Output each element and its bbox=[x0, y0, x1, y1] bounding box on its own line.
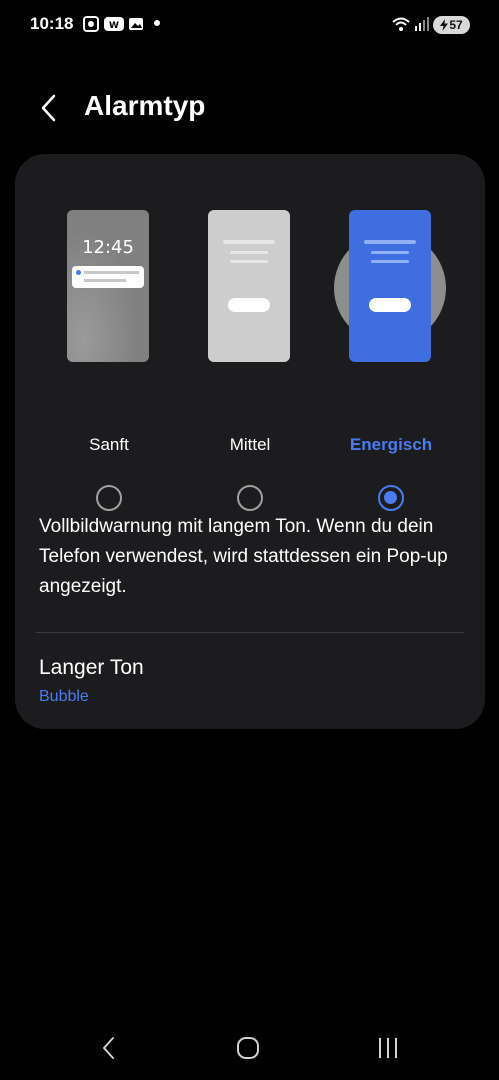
long-tone-title: Langer Ton bbox=[39, 656, 144, 679]
divider bbox=[36, 632, 464, 633]
svg-text:W: W bbox=[109, 21, 119, 31]
option-mittel[interactable]: Mittel bbox=[208, 210, 292, 511]
preview-sanft: 12:45 bbox=[67, 210, 149, 362]
recents-nav-icon bbox=[379, 1038, 397, 1058]
page-title: Alarmtyp bbox=[84, 90, 206, 121]
battery-indicator: 57 bbox=[433, 16, 470, 34]
battery-level: 57 bbox=[449, 18, 463, 32]
webtoon-icon: W bbox=[104, 16, 124, 32]
alarm-type-description: Vollbildwarnung mit langem Ton. Wenn du … bbox=[39, 516, 448, 597]
option-label-mittel: Mittel bbox=[229, 435, 271, 454]
option-label-sanft: Sanft bbox=[89, 435, 129, 454]
notification-dot bbox=[154, 20, 160, 26]
option-sanft[interactable]: 12:45 Sanft bbox=[67, 210, 151, 511]
battery-charging-icon bbox=[440, 19, 449, 31]
whatsapp-icon bbox=[83, 16, 99, 32]
home-nav-button[interactable] bbox=[230, 1030, 266, 1066]
option-energisch[interactable]: Energisch bbox=[334, 210, 446, 511]
status-bar: 10:18 W 57 bbox=[0, 0, 499, 50]
recents-nav-button[interactable] bbox=[370, 1030, 406, 1066]
chevron-left-icon bbox=[41, 94, 56, 122]
long-tone-value: Bubble bbox=[39, 688, 89, 705]
radio-sanft[interactable] bbox=[96, 485, 122, 511]
home-nav-icon bbox=[237, 1037, 259, 1059]
preview-mittel bbox=[208, 210, 290, 362]
preview-notification bbox=[72, 266, 144, 288]
preview-clock: 12:45 bbox=[82, 237, 134, 258]
gallery-icon bbox=[128, 16, 144, 32]
alarm-type-card: 12:45 Sanft Mittel Energisch Vollbildwar… bbox=[15, 154, 485, 729]
option-label-energisch: Energisch bbox=[349, 435, 433, 454]
back-nav-icon bbox=[103, 1037, 114, 1059]
wifi-icon bbox=[391, 16, 411, 32]
radio-energisch[interactable] bbox=[378, 485, 404, 511]
back-nav-button[interactable] bbox=[91, 1030, 127, 1066]
status-time: 10:18 bbox=[30, 14, 74, 33]
radio-mittel[interactable] bbox=[237, 485, 263, 511]
preview-energisch bbox=[349, 210, 431, 362]
back-button[interactable] bbox=[30, 88, 66, 128]
signal-icon bbox=[413, 16, 429, 32]
